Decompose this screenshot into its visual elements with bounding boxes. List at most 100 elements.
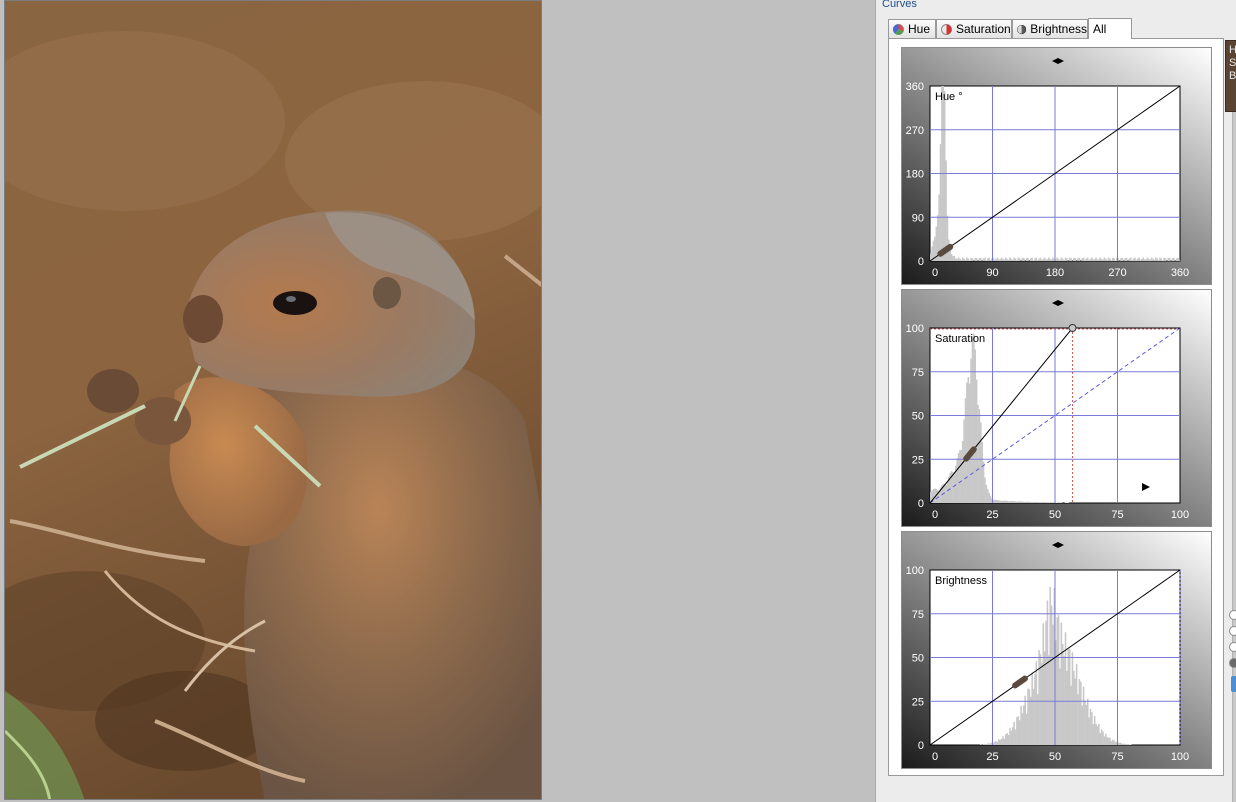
option-radio-2[interactable] [1229,626,1236,636]
option-radio-4[interactable] [1229,658,1236,668]
brightness-histogram-bar [1005,734,1007,745]
hue-histogram-bar [1135,259,1138,261]
saturation-histogram-bar [971,337,974,503]
brightness-histogram-bar [1010,730,1013,745]
brightness-x-tick-label: 50 [1049,751,1061,763]
saturation-histogram-bar [1042,502,1045,503]
tab-hue[interactable]: Hue [888,19,936,38]
option-blue-button[interactable] [1231,676,1236,692]
brightness-histogram-bar [1121,743,1124,745]
saturation-drop-icon [941,23,952,35]
hue-histogram-bar [1073,257,1075,261]
saturation-histogram-bar [1050,502,1053,503]
brightness-histogram-bar [1088,717,1090,745]
hue-histogram-bar [971,258,974,261]
image-preview [4,0,542,800]
hue-y-tick-label: 180 [906,169,924,181]
hue-histogram-bar [1031,257,1033,261]
saturation-curve-box[interactable]: 0 25 50 75 100 0 25 50 75 100 Saturation [901,289,1212,527]
curves-tab-content: 0 90 180 270 360 0 90 180 270 360 Hue ° 0 25 50 75 100… [888,38,1224,776]
saturation-histogram-bar [1020,501,1022,503]
saturation-histogram-bar [1034,501,1036,503]
brightness-sphere-icon [1017,24,1027,34]
hue-histogram-bar [1153,259,1156,261]
brightness-histogram-bar [1046,600,1049,745]
saturation-histogram-bar [975,379,978,503]
saturation-histogram-bar [989,496,992,503]
hue-histogram-bar [1099,257,1102,261]
option-radio-1[interactable] [1229,610,1236,620]
panel-scrollbar[interactable] [1232,112,1236,802]
hue-curve-label: Hue ° [935,91,963,103]
brightness-x-tick-label: 75 [1111,751,1123,763]
hue-histogram-bar [1146,257,1149,261]
brightness-histogram-bar [993,741,996,745]
saturation-histogram-bar [1060,502,1063,503]
hue-y-tick-label: 0 [918,256,924,268]
saturation-curve-graph[interactable]: 0 25 50 75 100 0 25 50 75 100 Saturation [902,290,1212,527]
saturation-histogram-bar [1049,502,1052,503]
saturation-histogram-bar [1066,502,1068,503]
brightness-histogram-bar [988,743,990,745]
brightness-histogram-bar [1128,744,1131,745]
brightness-histogram-bar [1041,662,1043,745]
brightness-histogram-bar [1070,685,1072,745]
hue-histogram-bar [1066,258,1068,261]
hue-histogram-bar [999,259,1002,261]
brightness-histogram-bar [1078,679,1081,745]
hue-histogram-bar [1164,258,1167,261]
hue-curve-graph[interactable]: 0 90 180 270 360 0 90 180 270 360 Hue ° [902,48,1212,285]
hue-histogram-bar [1102,259,1104,261]
brightness-histogram-bar [1081,705,1083,745]
hue-histogram-bar [1088,259,1090,261]
brightness-histogram-bar [1034,674,1036,745]
brightness-curve-box[interactable]: 0 25 50 75 100 0 25 50 75 100 Brightness [901,531,1212,769]
saturation-histogram-bar [1005,500,1007,503]
brightness-curve-graph[interactable]: 0 25 50 75 100 0 25 50 75 100 Brightness [902,532,1212,769]
hue-histogram-bar [1114,260,1117,261]
option-radio-3[interactable] [1229,642,1236,652]
hue-histogram-bar [1177,257,1179,261]
tab-saturation[interactable]: Saturation [936,19,1012,38]
saturation-histogram-bar [968,383,971,503]
saturation-histogram-bar [974,349,977,503]
hue-histogram-bar [975,258,978,261]
tab-all[interactable]: All [1088,18,1132,39]
hue-histogram-bar [967,258,970,261]
hue-histogram-bar [986,258,989,261]
hue-histogram-bar [1167,257,1170,261]
brightness-histogram-bar [1103,736,1106,745]
hue-histogram-bar [970,257,972,261]
hue-histogram-bar [1018,258,1021,261]
hue-histogram-bar [1132,258,1135,261]
saturation-histogram-bar [1023,501,1025,503]
saturation-histogram-bar [956,458,958,503]
brightness-histogram-bar [1007,734,1010,745]
brightness-histogram-bar [1059,668,1061,745]
hue-histogram-bar [1038,258,1040,261]
saturation-endpoint-node[interactable] [1068,324,1077,332]
tab-brightness[interactable]: Brightness [1012,19,1088,38]
hue-histogram-bar [998,259,1000,261]
brightness-histogram-bar [1018,720,1021,745]
saturation-histogram-bar [1043,502,1046,503]
hue-histogram-bar [1013,257,1015,261]
hue-histogram-bar [1006,258,1008,261]
brightness-histogram-bar [1118,742,1121,745]
brightness-x-tick-label: 25 [986,751,998,763]
brightness-histogram-bar [985,744,988,745]
hue-histogram-bar [1017,257,1020,261]
hue-histogram-bar [995,258,997,261]
hue-curve-box[interactable]: 0 90 180 270 360 0 90 180 270 360 Hue ° [901,47,1212,285]
saturation-histogram-bar [1009,501,1011,503]
hue-histogram-bar [1113,258,1115,261]
hue-histogram-bar [1159,257,1161,261]
hue-histogram-bar [989,260,992,261]
saturation-histogram-bar [1006,500,1008,503]
brightness-histogram-bar [1105,733,1107,745]
brightness-y-tick-label: 75 [912,609,924,621]
hue-histogram-bar [1128,258,1131,261]
tab-all-label: All [1093,22,1107,36]
hue-histogram-bar [1134,257,1136,261]
brightness-histogram-bar [1049,586,1052,745]
